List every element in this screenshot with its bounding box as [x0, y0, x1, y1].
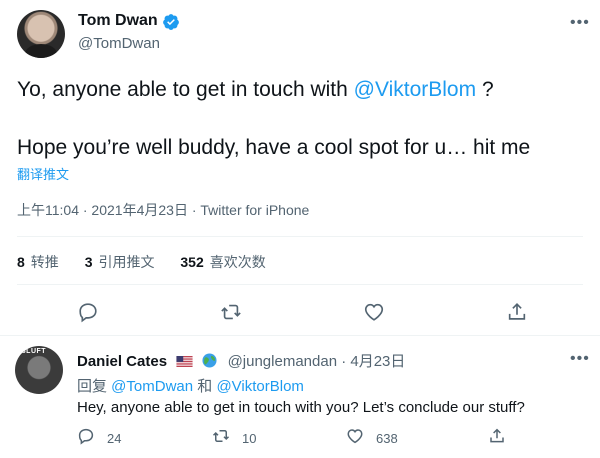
mention-link[interactable]: @TomDwan — [111, 378, 193, 395]
us-flag-icon — [176, 356, 193, 367]
like-stat[interactable]: 352 喜欢次数 — [180, 254, 287, 270]
author-handle[interactable]: @TomDwan — [78, 35, 160, 52]
tweet-text: Yo, anyone able to get in touch with — [17, 78, 354, 101]
author-name[interactable]: Tom Dwan — [78, 12, 158, 30]
tweet-stats: 8 转推 3 引用推文 352 喜欢次数 — [17, 252, 288, 272]
reply-header: Daniel Cates @junglemandan · 4月23日 — [77, 350, 405, 371]
retweet-icon[interactable] — [220, 301, 242, 323]
replying-and: 和 — [193, 378, 217, 395]
retweet-stat[interactable]: 8 转推 — [17, 254, 81, 270]
share-icon[interactable] — [506, 301, 528, 323]
reply-icon[interactable] — [77, 427, 95, 445]
mention-link[interactable]: @ViktorBlom — [354, 78, 476, 101]
tweet-text-line-2: Hope you’re well buddy, have a cool spot… — [17, 136, 531, 159]
reply-text: Hey, anyone able to get in touch with yo… — [77, 399, 525, 416]
translate-tweet-link[interactable]: 翻译推文 — [17, 164, 69, 183]
more-options-icon[interactable]: ••• — [570, 350, 590, 368]
like-icon[interactable] — [363, 301, 385, 323]
replying-prefix: 回复 — [77, 378, 112, 395]
verified-badge-icon — [163, 14, 179, 30]
tweet-metadata[interactable]: 上午11:04 · 2021年4月23日 · Twitter for iPhon… — [17, 200, 309, 220]
reply-tweet: SLUFT Daniel Cates @junglemandan · 4月23日… — [0, 336, 600, 458]
reply-author-handle[interactable]: @junglemandan — [228, 353, 337, 370]
globe-icon — [202, 353, 217, 368]
separator-dot: · — [341, 353, 347, 370]
replying-to: 回复 @TomDwan 和 @ViktorBlom — [77, 375, 304, 396]
tweet-text-line-1: Yo, anyone able to get in touch with @Vi… — [17, 77, 494, 103]
like-icon[interactable] — [346, 427, 364, 445]
mention-link[interactable]: @ViktorBlom — [216, 378, 303, 395]
retweet-icon[interactable] — [212, 427, 230, 445]
avatar-logo-text: SLUFT — [21, 348, 47, 355]
tweet-text-suffix: ? — [476, 78, 494, 101]
author-avatar[interactable] — [17, 10, 65, 58]
main-tweet: Tom Dwan @TomDwan ••• Yo, anyone able to… — [0, 0, 600, 335]
quote-stat[interactable]: 3 引用推文 — [85, 254, 177, 270]
reply-author-name[interactable]: Daniel Cates — [77, 353, 167, 370]
reply-icon[interactable] — [77, 301, 99, 323]
retweet-count: 10 — [242, 431, 257, 446]
like-count: 638 — [376, 431, 398, 446]
divider — [17, 284, 583, 285]
share-icon[interactable] — [488, 427, 506, 445]
more-options-icon[interactable]: ••• — [570, 14, 590, 32]
reply-count: 24 — [107, 431, 122, 446]
divider — [17, 236, 583, 237]
reply-author-avatar[interactable]: SLUFT — [15, 346, 63, 394]
reply-date[interactable]: 4月23日 — [350, 353, 405, 370]
